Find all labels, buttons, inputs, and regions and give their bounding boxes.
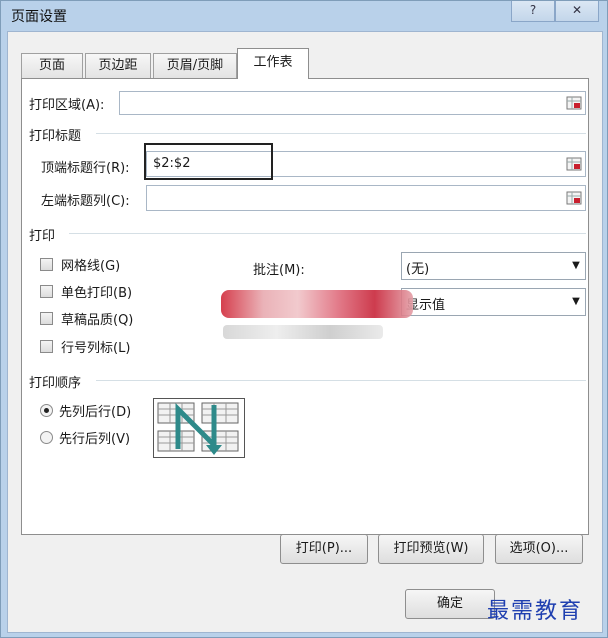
chevron-down-icon: ▼ [572, 296, 580, 307]
cell-errors-select[interactable]: 显示值 ▼ [401, 288, 586, 316]
print-section: 打印 [29, 229, 56, 244]
gridlines-label: 网格线(G) [61, 259, 121, 274]
title-bar: 页面设置 ? ✕ [1, 1, 607, 31]
top-rows-label: 顶端标题行(R): [41, 161, 130, 176]
draft-quality-checkbox[interactable] [40, 312, 53, 325]
divider [96, 133, 586, 134]
comments-label: 批注(M): [253, 263, 305, 278]
range-picker-icon[interactable] [566, 156, 582, 172]
page-setup-dialog: 页面设置 ? ✕ 页面 页边距 页眉/页脚 工作表 打印区域(A): 打印标题 … [0, 0, 608, 638]
help-button[interactable]: ? [511, 1, 555, 22]
range-picker-icon[interactable] [566, 95, 582, 111]
print-area-label: 打印区域(A): [29, 98, 105, 113]
ok-button[interactable]: 确定 [405, 589, 495, 619]
print-preview-button[interactable]: 打印预览(W) [378, 534, 484, 564]
chevron-down-icon: ▼ [572, 260, 580, 271]
redacted-label [223, 325, 383, 339]
over-then-down-radio[interactable] [40, 431, 53, 444]
gridlines-checkbox[interactable] [40, 258, 53, 271]
range-picker-icon[interactable] [566, 190, 582, 206]
dialog-title: 页面设置 [11, 9, 67, 25]
print-button[interactable]: 打印(P)... [280, 534, 368, 564]
divider [69, 233, 586, 234]
divider [96, 380, 586, 381]
tab-page[interactable]: 页面 [21, 53, 83, 78]
down-then-over-label: 先列后行(D) [59, 405, 132, 420]
highlight-box [144, 143, 273, 180]
tab-header-footer[interactable]: 页眉/页脚 [153, 53, 237, 78]
draft-quality-label: 草稿品质(Q) [61, 313, 134, 328]
print-titles-section: 打印标题 [29, 129, 82, 144]
comments-select[interactable]: (无) ▼ [401, 252, 586, 280]
left-cols-label: 左端标题列(C): [41, 194, 130, 209]
down-then-over-radio[interactable] [40, 404, 53, 417]
black-white-label: 单色打印(B) [61, 286, 133, 301]
black-white-checkbox[interactable] [40, 285, 53, 298]
close-button[interactable]: ✕ [555, 1, 599, 22]
print-area-input[interactable] [119, 91, 586, 115]
tab-sheet[interactable]: 工作表 [237, 48, 309, 79]
tab-margins[interactable]: 页边距 [85, 53, 151, 78]
row-col-headings-label: 行号列标(L) [61, 341, 131, 356]
row-col-headings-checkbox[interactable] [40, 340, 53, 353]
page-order-section: 打印顺序 [29, 376, 82, 391]
options-button[interactable]: 选项(O)... [495, 534, 583, 564]
page-order-preview [153, 398, 245, 458]
over-then-down-label: 先行后列(V) [59, 432, 131, 447]
redacted-label [221, 290, 413, 318]
left-cols-input[interactable] [146, 185, 586, 211]
page-order-diagram-icon [157, 402, 239, 455]
watermark-logo: 最需教育 [487, 599, 584, 624]
